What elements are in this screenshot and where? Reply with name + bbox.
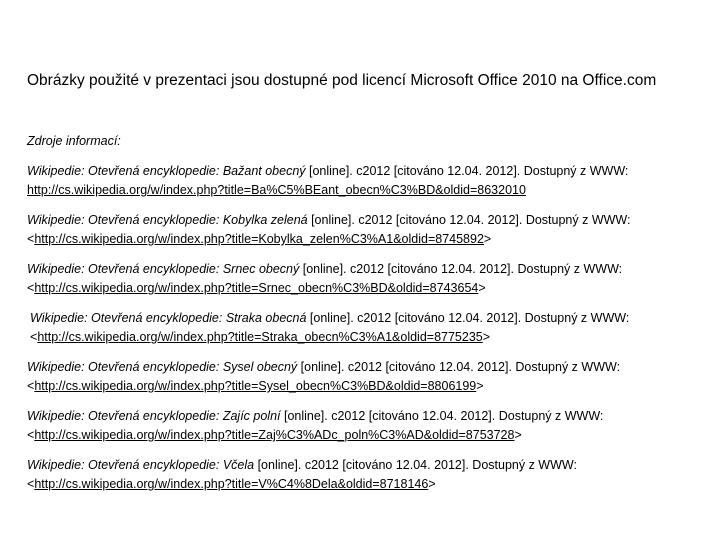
reference-meta: [online]. c2012 [citováno 12.04. 2012]. … — [305, 164, 629, 178]
reference-bracket-close: > — [428, 477, 436, 491]
reference-source: Wikipedie: Otevřená encyklopedie: Srnec … — [27, 262, 300, 276]
reference-source: Wikipedie: Otevřená encyklopedie: Sysel … — [27, 360, 298, 374]
reference-meta: [online]. c2012 [citováno 12.04. 2012]. … — [297, 360, 621, 374]
reference-meta: [online]. c2012 [citováno 12.04. 2012]. … — [307, 213, 631, 227]
reference-link[interactable]: http://cs.wikipedia.org/w/index.php?titl… — [34, 477, 428, 491]
reference-source: Wikipedie: Otevřená encyklopedie: Straka… — [30, 311, 307, 325]
license-note: Obrázky použité v prezentaci jsou dostup… — [27, 72, 657, 89]
reference-item: Wikipedie: Otevřená encyklopedie: Zajíc … — [27, 407, 707, 445]
reference-item: Wikipedie: Otevřená encyklopedie: Kobylk… — [27, 211, 707, 249]
slide-page: Obrázky použité v prezentaci jsou dostup… — [0, 0, 720, 540]
reference-link[interactable]: http://cs.wikipedia.org/w/index.php?titl… — [34, 428, 514, 442]
references-list: Wikipedie: Otevřená encyklopedie: Bažant… — [27, 162, 707, 505]
reference-bracket-close: > — [514, 428, 522, 442]
reference-item: Wikipedie: Otevřená encyklopedie: Sysel … — [27, 358, 707, 396]
reference-link[interactable]: http://cs.wikipedia.org/w/index.php?titl… — [34, 281, 478, 295]
reference-bracket-close: > — [476, 379, 484, 393]
reference-link[interactable]: http://cs.wikipedia.org/w/index.php?titl… — [27, 183, 526, 197]
reference-item: Wikipedie: Otevřená encyklopedie: Srnec … — [27, 260, 707, 298]
reference-source: Wikipedie: Otevřená encyklopedie: Včela — [27, 458, 255, 472]
reference-bracket-close: > — [482, 330, 491, 344]
reference-meta: [online]. c2012 [citováno 12.04. 2012]. … — [254, 458, 577, 472]
reference-bracket-close: > — [483, 232, 492, 246]
reference-meta: [online]. c2012 [citováno 12.04. 2012]. … — [280, 409, 604, 423]
reference-bracket-close: > — [478, 281, 486, 295]
reference-link[interactable]: http://cs.wikipedia.org/w/index.php?titl… — [37, 330, 482, 344]
reference-link[interactable]: http://cs.wikipedia.org/w/index.php?titl… — [34, 232, 484, 246]
reference-item: Wikipedie: Otevřená encyklopedie: Straka… — [27, 309, 707, 347]
sources-heading: Zdroje informací: — [27, 134, 121, 148]
reference-link[interactable]: http://cs.wikipedia.org/w/index.php?titl… — [34, 379, 476, 393]
reference-source: Wikipedie: Otevřená encyklopedie: Bažant… — [27, 164, 306, 178]
reference-item: Wikipedie: Otevřená encyklopedie: Bažant… — [27, 162, 707, 200]
reference-item: Wikipedie: Otevřená encyklopedie: Včela … — [27, 456, 707, 494]
reference-meta: [online]. c2012 [citováno 12.04. 2012]. … — [306, 311, 630, 325]
reference-source: Wikipedie: Otevřená encyklopedie: Zajíc … — [27, 409, 281, 423]
reference-meta: [online]. c2012 [citováno 12.04. 2012]. … — [299, 262, 623, 276]
reference-source: Wikipedie: Otevřená encyklopedie: Kobylk… — [27, 213, 308, 227]
